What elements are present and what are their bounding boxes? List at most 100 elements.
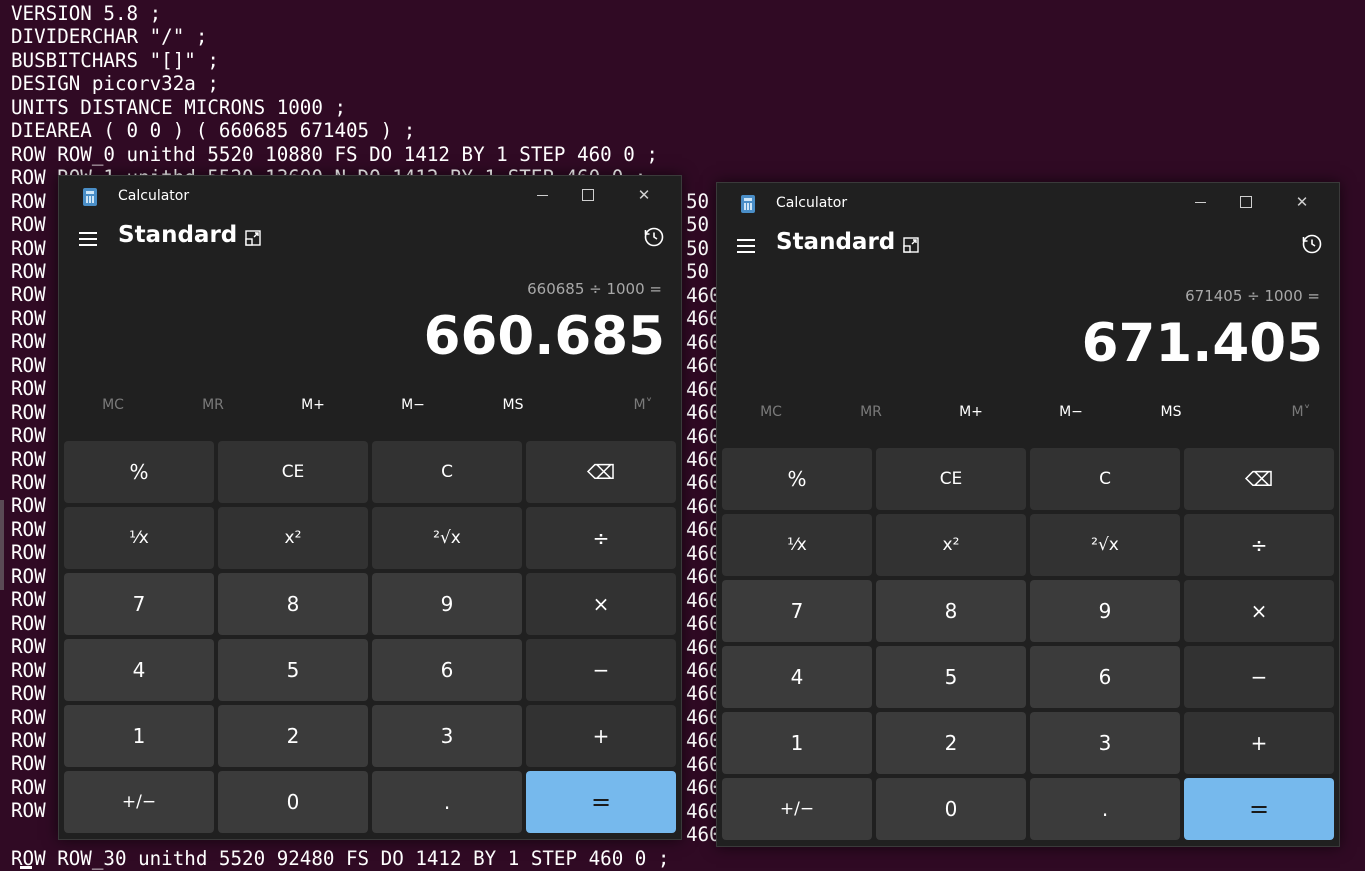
close-button[interactable]: ✕	[621, 180, 667, 210]
terminal-line: ROW	[11, 471, 46, 494]
digit-9-button[interactable]: 9	[372, 573, 522, 635]
reciprocal-button[interactable]: ¹⁄x	[64, 507, 214, 569]
terminal-line: ROW	[11, 752, 46, 776]
subtract-button[interactable]: −	[526, 639, 676, 701]
memory-recall-button[interactable]: MR	[821, 397, 921, 427]
terminal-line: DIVIDERCHAR "/" ;	[11, 25, 208, 49]
minimize-button[interactable]	[1177, 187, 1223, 217]
keep-on-top-icon[interactable]	[245, 230, 261, 246]
maximize-button[interactable]	[565, 180, 611, 210]
memory-subtract-button[interactable]: M−	[363, 390, 463, 420]
divide-button[interactable]: ÷	[526, 507, 676, 569]
digit-3-button[interactable]: 3	[372, 705, 522, 767]
terminal-line: ROW	[11, 517, 46, 541]
clear-button[interactable]: C	[1030, 448, 1180, 510]
backspace-button[interactable]: ⌫	[1184, 448, 1334, 510]
digit-3-button[interactable]: 3	[1030, 712, 1180, 774]
calculator-window-right[interactable]: Calculator ✕ Standard 671405 ÷ 1000 = 671.40…	[716, 182, 1340, 847]
digit-8-button[interactable]: 8	[218, 573, 368, 635]
terminal-line: ROW	[11, 541, 46, 565]
terminal-line: ROW	[11, 377, 46, 401]
percent-button[interactable]: %	[64, 441, 214, 503]
square-button[interactable]: x²	[876, 514, 1026, 576]
clear-entry-button[interactable]: CE	[218, 441, 368, 503]
backspace-button[interactable]: ⌫	[526, 441, 676, 503]
terminal-line: VERSION 5.8 ;	[11, 2, 162, 25]
multiply-button[interactable]: ×	[526, 573, 676, 635]
calculator-app-icon	[83, 188, 97, 206]
add-button[interactable]: +	[1184, 712, 1334, 774]
terminal-line: UNITS DISTANCE MICRONS 1000 ;	[11, 95, 347, 119]
digit-6-button[interactable]: 6	[1030, 646, 1180, 708]
terminal-line: ROW	[11, 424, 46, 448]
memory-subtract-button[interactable]: M−	[1021, 397, 1121, 427]
subtract-button[interactable]: −	[1184, 646, 1334, 708]
history-icon[interactable]	[1301, 233, 1323, 255]
menu-icon[interactable]	[79, 232, 97, 246]
memory-store-button[interactable]: MS	[1121, 397, 1221, 427]
terminal-line: ROW ROW_30 unithd 5520 92480 FS DO 1412 …	[11, 847, 670, 870]
terminal-line: BUSBITCHARS "[]" ;	[11, 48, 219, 72]
square-root-button[interactable]: ²√x	[1030, 514, 1180, 576]
add-button[interactable]: +	[526, 705, 676, 767]
equals-button[interactable]: =	[526, 771, 676, 833]
terminal-line: ROW	[11, 306, 46, 330]
square-button[interactable]: x²	[218, 507, 368, 569]
digit-0-button[interactable]: 0	[218, 771, 368, 833]
memory-list-button[interactable]: M˅	[593, 390, 681, 420]
terminal-scrollbar[interactable]	[0, 500, 4, 590]
minimize-button[interactable]	[519, 180, 565, 210]
memory-add-button[interactable]: M+	[263, 390, 363, 420]
digit-0-button[interactable]: 0	[876, 778, 1026, 840]
digit-7-button[interactable]: 7	[722, 580, 872, 642]
terminal-line: ROW	[11, 400, 46, 424]
keep-on-top-icon[interactable]	[903, 237, 919, 253]
negate-button[interactable]: +/−	[722, 778, 872, 840]
memory-add-button[interactable]: M+	[921, 397, 1021, 427]
digit-4-button[interactable]: 4	[722, 646, 872, 708]
terminal-line: ROW	[11, 494, 46, 518]
terminal-line: ROW	[11, 259, 46, 283]
digit-1-button[interactable]: 1	[722, 712, 872, 774]
memory-clear-button[interactable]: MC	[63, 390, 163, 420]
window-title: Calculator	[118, 188, 190, 204]
decimal-button[interactable]: .	[1030, 778, 1180, 840]
terminal-line: ROW	[11, 353, 46, 377]
maximize-button[interactable]	[1223, 187, 1269, 217]
decimal-button[interactable]: .	[372, 771, 522, 833]
divide-button[interactable]: ÷	[1184, 514, 1334, 576]
terminal-line: ROW	[11, 564, 46, 588]
menu-icon[interactable]	[737, 239, 755, 253]
terminal-line: ROW	[11, 705, 46, 729]
terminal-line: ROW	[11, 611, 46, 635]
terminal-cursor	[20, 866, 32, 869]
digit-5-button[interactable]: 5	[876, 646, 1026, 708]
digit-2-button[interactable]: 2	[218, 705, 368, 767]
digit-5-button[interactable]: 5	[218, 639, 368, 701]
equals-button[interactable]: =	[1184, 778, 1334, 840]
negate-button[interactable]: +/−	[64, 771, 214, 833]
clear-button[interactable]: C	[372, 441, 522, 503]
memory-clear-button[interactable]: MC	[721, 397, 821, 427]
history-icon[interactable]	[643, 226, 665, 248]
multiply-button[interactable]: ×	[1184, 580, 1334, 642]
memory-list-button[interactable]: M˅	[1251, 397, 1339, 427]
digit-4-button[interactable]: 4	[64, 639, 214, 701]
close-button[interactable]: ✕	[1279, 187, 1325, 217]
reciprocal-button[interactable]: ¹⁄x	[722, 514, 872, 576]
terminal-line: ROW	[11, 189, 46, 213]
digit-9-button[interactable]: 9	[1030, 580, 1180, 642]
terminal-line: ROW	[11, 728, 46, 752]
clear-entry-button[interactable]: CE	[876, 448, 1026, 510]
percent-button[interactable]: %	[722, 448, 872, 510]
digit-8-button[interactable]: 8	[876, 580, 1026, 642]
digit-6-button[interactable]: 6	[372, 639, 522, 701]
digit-7-button[interactable]: 7	[64, 573, 214, 635]
square-root-button[interactable]: ²√x	[372, 507, 522, 569]
memory-store-button[interactable]: MS	[463, 390, 563, 420]
memory-recall-button[interactable]: MR	[163, 390, 263, 420]
digit-1-button[interactable]: 1	[64, 705, 214, 767]
calculator-window-left[interactable]: Calculator ✕ Standard 660685 ÷ 1000 = 660.68…	[58, 175, 682, 840]
digit-2-button[interactable]: 2	[876, 712, 1026, 774]
mode-title: Standard	[118, 222, 238, 248]
